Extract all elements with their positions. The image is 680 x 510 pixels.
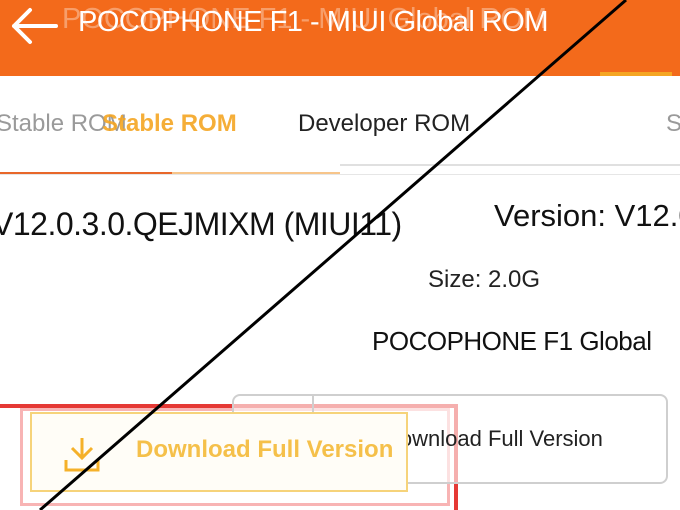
back-button[interactable] — [6, 6, 66, 46]
tab-divider-ghost — [340, 164, 680, 166]
page-title: POCOPHONE F1 - MIUI Global ROM — [78, 6, 549, 38]
tab-partial[interactable]: S — [666, 110, 680, 138]
version-ghost-text: V12.0.3.0.QEJMIXM (MIUI11) — [0, 206, 402, 242]
download-full-version-button[interactable]: Download Full Version — [30, 412, 408, 492]
rom-tabs: Stable ROM Stable ROM Developer ROM S — [0, 78, 680, 174]
device-label: POCOPHONE F1 Global — [372, 326, 652, 356]
download-icon — [62, 434, 102, 474]
download-primary-label: Download Full Version — [136, 436, 394, 463]
arrow-left-icon — [12, 8, 58, 44]
app-bar: POCOPHONE F1 - MIUI Global ROM POCOPHONE… — [0, 0, 680, 76]
appbar-accent-line — [600, 72, 672, 76]
tab-stable-rom[interactable]: Stable ROM — [102, 110, 237, 138]
download-secondary-label: Download Full Version — [384, 426, 603, 451]
tab-divider — [0, 174, 680, 175]
tab-developer-rom[interactable]: Developer ROM — [298, 110, 470, 138]
size-label: Size: 2.0G — [428, 266, 541, 293]
version-label: Version: V12.0 — [494, 198, 680, 233]
